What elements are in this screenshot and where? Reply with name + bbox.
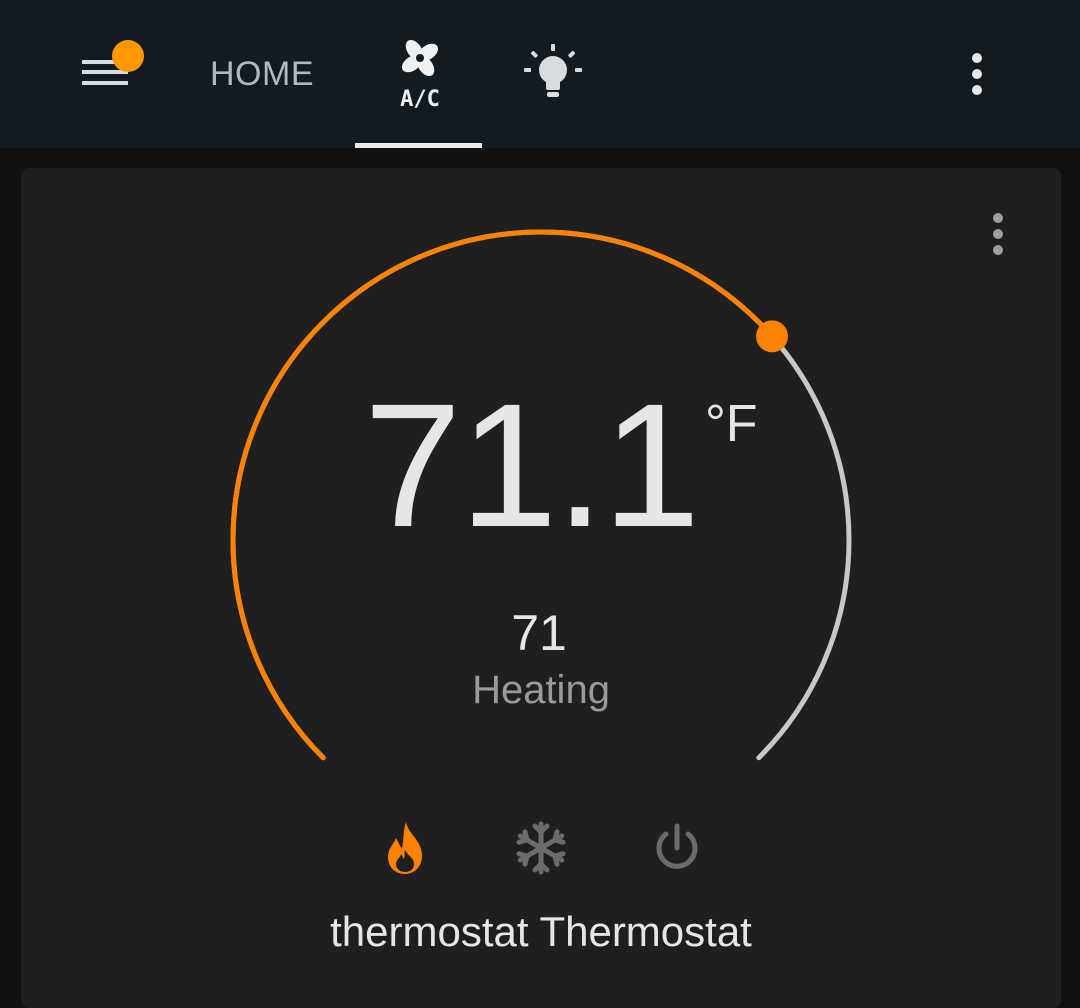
current-temperature: 71.1 bbox=[363, 368, 701, 564]
power-icon bbox=[656, 823, 698, 869]
fire-icon bbox=[388, 822, 422, 874]
lightbulb-icon bbox=[524, 44, 582, 97]
target-temperature-handle[interactable] bbox=[756, 320, 789, 353]
tab-ac-label: A/C bbox=[400, 87, 440, 110]
thermostat-card: 71.1 °F 71 Heating thermostat Thermostat bbox=[21, 168, 1061, 1008]
mode-heat-button[interactable] bbox=[370, 812, 440, 882]
mode-off-button[interactable] bbox=[642, 812, 712, 882]
tab-home[interactable]: HOME bbox=[196, 42, 328, 106]
header-overflow-menu-button[interactable] bbox=[952, 40, 1002, 108]
active-tab-indicator bbox=[355, 143, 482, 148]
target-temperature: 71 bbox=[511, 605, 567, 661]
mode-cool-button[interactable] bbox=[506, 812, 576, 882]
more-vertical-icon bbox=[972, 53, 982, 95]
fan-icon: A/C bbox=[400, 39, 440, 110]
hamburger-menu-icon bbox=[82, 40, 144, 85]
snowflake-icon bbox=[516, 821, 566, 875]
hvac-action-status: Heating bbox=[472, 668, 610, 712]
temperature-unit: °F bbox=[705, 395, 758, 453]
thermostat-name: thermostat Thermostat bbox=[330, 908, 752, 955]
menu-button[interactable] bbox=[70, 36, 150, 106]
top-app-bar: HOME A/C bbox=[0, 0, 1080, 148]
notification-dot bbox=[112, 40, 144, 72]
tab-lights[interactable] bbox=[510, 36, 596, 116]
tab-home-label: HOME bbox=[210, 55, 314, 93]
tab-ac[interactable]: A/C bbox=[355, 30, 482, 148]
